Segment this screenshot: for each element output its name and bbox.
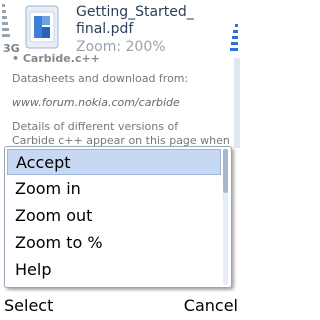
menu-scrollbar-thumb[interactable] bbox=[223, 149, 228, 193]
document-title-line1: Getting_Started_ bbox=[76, 4, 194, 20]
battery-icon bbox=[228, 24, 238, 54]
menu-item-zoom-in[interactable]: Zoom in bbox=[7, 176, 221, 202]
signal-strength-icon bbox=[2, 4, 12, 42]
menu-item-zoom-out[interactable]: Zoom out bbox=[7, 203, 221, 229]
document-title: Getting_Started_ final.pdf bbox=[76, 4, 194, 38]
pdf-file-icon bbox=[25, 5, 59, 49]
cancel-softkey[interactable]: Cancel bbox=[184, 296, 238, 315]
page-text-line: Details of different versions of bbox=[12, 120, 179, 133]
document-page: • Carbide.c++ Datasheets and download fr… bbox=[0, 52, 232, 148]
page-link-text: www.forum.nokia.com/carbide bbox=[12, 96, 180, 109]
page-heading: • Carbide.c++ bbox=[12, 52, 100, 65]
menu-item-accept[interactable]: Accept bbox=[7, 149, 221, 175]
page-scrollbar[interactable] bbox=[234, 58, 240, 148]
screen: 3G Getting_Started_ final.pdf Zoom: 200%… bbox=[0, 0, 240, 320]
options-menu: Accept Zoom in Zoom out Zoom to % Help bbox=[4, 146, 232, 288]
document-title-line2: final.pdf bbox=[76, 21, 134, 37]
select-softkey[interactable]: Select bbox=[4, 296, 53, 315]
menu-item-help[interactable]: Help bbox=[7, 257, 221, 283]
softkey-bar: Select Cancel bbox=[0, 292, 240, 320]
page-text-line: Datasheets and download from: bbox=[12, 72, 189, 85]
title-bar: 3G Getting_Started_ final.pdf Zoom: 200% bbox=[0, 0, 240, 58]
menu-scrollbar[interactable] bbox=[223, 149, 228, 285]
menu-item-zoom-to-percent[interactable]: Zoom to % bbox=[7, 230, 221, 256]
